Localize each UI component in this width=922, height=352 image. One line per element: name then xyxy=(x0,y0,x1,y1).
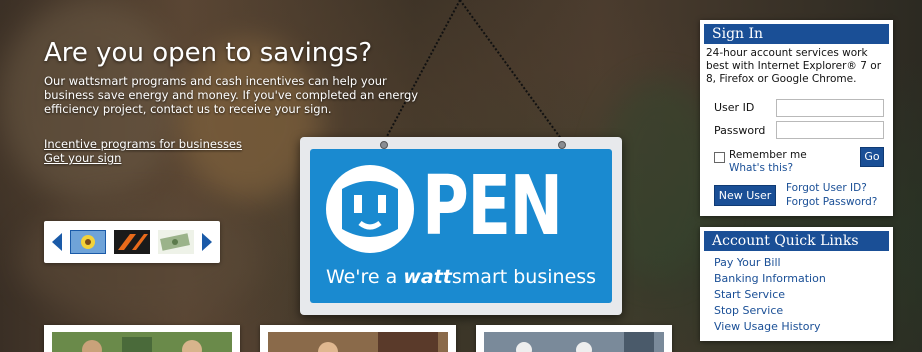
forgot-password-link[interactable]: Forgot Password? xyxy=(786,196,877,208)
open-sign: PEN We're a wattsmart business xyxy=(300,137,622,315)
wattsmart-tagline: We're a wattsmart business xyxy=(310,266,612,288)
view-usage-history-link[interactable]: View Usage History xyxy=(714,319,893,335)
remember-me-checkbox[interactable] xyxy=(714,152,725,163)
orange-pattern-thumb[interactable] xyxy=(114,230,150,254)
store-photo xyxy=(268,332,448,352)
open-sign-face: PEN We're a wattsmart business xyxy=(310,149,612,303)
get-your-sign-link[interactable]: Get your sign xyxy=(44,151,121,165)
promo-card[interactable] xyxy=(44,325,240,352)
incentive-programs-link[interactable]: Incentive programs for businesses xyxy=(44,137,242,151)
browser-note: 24-hour account services work best with … xyxy=(706,47,882,85)
power-outlet-icon xyxy=(326,165,414,253)
user-id-label: User ID xyxy=(714,101,755,114)
forgot-user-id-link[interactable]: Forgot User ID? xyxy=(786,182,867,194)
quick-links-list: Pay Your Bill Banking Information Start … xyxy=(700,255,893,335)
hero-banner: Are you open to savings? Our wattsmart p… xyxy=(0,0,922,352)
new-user-button[interactable]: New User xyxy=(714,185,776,206)
sunflower-thumb[interactable] xyxy=(70,230,106,254)
thumbnail-carousel xyxy=(44,221,220,263)
password-label: Password xyxy=(714,124,766,137)
sign-in-title: Sign In xyxy=(704,24,889,44)
stop-service-link[interactable]: Stop Service xyxy=(714,303,893,319)
user-id-input[interactable] xyxy=(776,99,884,117)
quick-links-title: Account Quick Links xyxy=(704,231,889,251)
remember-me-label: Remember me xyxy=(729,149,807,161)
tagline-brand: watt xyxy=(403,266,452,288)
go-button[interactable]: Go xyxy=(860,147,884,167)
tagline-suffix: smart business xyxy=(451,266,597,288)
open-word: PEN xyxy=(422,159,563,254)
family-photo xyxy=(52,332,232,352)
workers-photo xyxy=(484,332,664,352)
tagline-prefix: We're a xyxy=(325,266,404,288)
banking-information-link[interactable]: Banking Information xyxy=(714,271,893,287)
money-thumb[interactable] xyxy=(158,230,194,254)
previous-arrow-icon[interactable] xyxy=(52,233,62,251)
password-input[interactable] xyxy=(776,121,884,139)
sign-grommet-icon xyxy=(558,141,566,149)
account-quick-links-panel: Account Quick Links Pay Your Bill Bankin… xyxy=(700,227,893,341)
hero-description: Our wattsmart programs and cash incentiv… xyxy=(44,74,419,116)
next-arrow-icon[interactable] xyxy=(202,233,212,251)
promo-card[interactable] xyxy=(476,325,672,352)
sign-grommet-icon xyxy=(380,141,388,149)
pay-your-bill-link[interactable]: Pay Your Bill xyxy=(714,255,893,271)
promo-card[interactable] xyxy=(260,325,456,352)
start-service-link[interactable]: Start Service xyxy=(714,287,893,303)
whats-this-link[interactable]: What's this? xyxy=(729,162,793,174)
sign-in-panel: Sign In 24-hour account services work be… xyxy=(700,20,893,216)
hero-title: Are you open to savings? xyxy=(44,38,373,68)
